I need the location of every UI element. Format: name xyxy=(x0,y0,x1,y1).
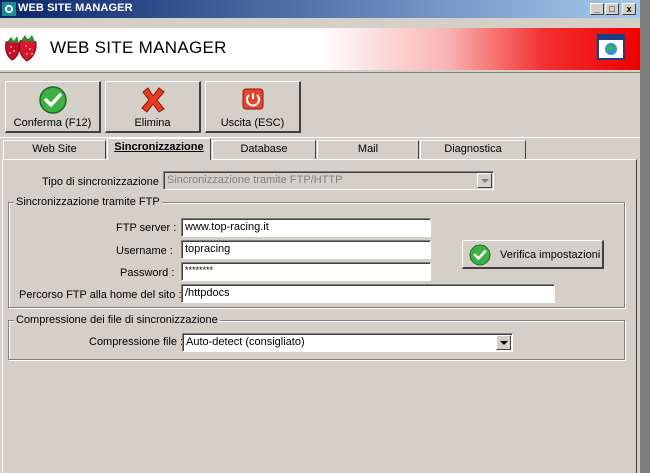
strawberry-icon xyxy=(2,32,42,64)
ftp-group-title: Sincronizzazione tramite FTP xyxy=(14,196,162,208)
ftp-path-input[interactable]: /httpdocs xyxy=(181,284,555,303)
tab-mail[interactable]: Mail xyxy=(317,140,419,159)
compression-value: Auto-detect (consigliato) xyxy=(186,336,305,348)
exit-label: Uscita (ESC) xyxy=(220,117,285,129)
toolbar: Conferma (F12) Elimina Uscita (ESC) xyxy=(0,72,640,138)
username-label: Username : xyxy=(116,245,173,257)
chevron-down-icon[interactable] xyxy=(477,173,492,188)
delete-button[interactable]: Elimina xyxy=(105,81,201,133)
checkmark-icon xyxy=(469,244,491,266)
verify-settings-button[interactable]: Verifica impostazioni xyxy=(462,240,604,269)
chevron-down-icon[interactable] xyxy=(496,335,511,350)
delete-label: Elimina xyxy=(134,117,171,129)
ftp-server-input[interactable]: www.top-racing.it xyxy=(181,218,431,237)
checkmark-icon xyxy=(38,85,68,115)
tab-diagnostica[interactable]: Diagnostica xyxy=(420,140,526,159)
menu-strip xyxy=(0,19,640,28)
password-input[interactable]: ******** xyxy=(181,262,431,281)
tab-sincronizzazione[interactable]: Sincronizzazione xyxy=(107,138,211,160)
power-icon xyxy=(238,85,268,115)
window-title: WEB SITE MANAGER xyxy=(18,2,133,14)
compression-select[interactable]: Auto-detect (consigliato) xyxy=(182,333,513,352)
username-input[interactable]: topracing xyxy=(181,240,431,259)
confirm-label: Conferma (F12) xyxy=(13,117,92,129)
minimize-button[interactable]: _ xyxy=(590,3,604,15)
app-icon[interactable] xyxy=(2,2,16,16)
sync-type-value: Sincronizzazione tramite FTP/HTTP xyxy=(167,174,343,186)
window-edge xyxy=(640,0,650,473)
title-bar[interactable]: WEB SITE MANAGER _ □ x xyxy=(0,0,640,18)
sync-type-select[interactable]: Sincronizzazione tramite FTP/HTTP xyxy=(163,171,494,190)
tab-database[interactable]: Database xyxy=(212,140,316,159)
header-title: WEB SITE MANAGER xyxy=(50,38,227,57)
window-icon xyxy=(597,34,625,60)
exit-button[interactable]: Uscita (ESC) xyxy=(205,81,301,133)
compression-label: Compressione file : xyxy=(89,336,184,348)
tab-web-site[interactable]: Web Site xyxy=(3,140,106,159)
maximize-button[interactable]: □ xyxy=(605,3,619,15)
red-x-icon xyxy=(138,85,168,115)
verify-settings-label: Verifica impostazioni xyxy=(500,249,601,261)
header-banner: WEB SITE MANAGER xyxy=(0,28,640,70)
close-button[interactable]: x xyxy=(622,3,636,15)
confirm-button[interactable]: Conferma (F12) xyxy=(5,81,101,133)
compression-group-title: Compressione dei file di sincronizzazion… xyxy=(14,314,220,326)
password-label: Password : xyxy=(120,267,175,279)
ftp-server-label: FTP server : xyxy=(116,222,177,234)
ftp-path-label: Percorso FTP alla home del sito : xyxy=(19,289,182,301)
sync-type-label: Tipo di sincronizzazione : xyxy=(42,176,166,188)
